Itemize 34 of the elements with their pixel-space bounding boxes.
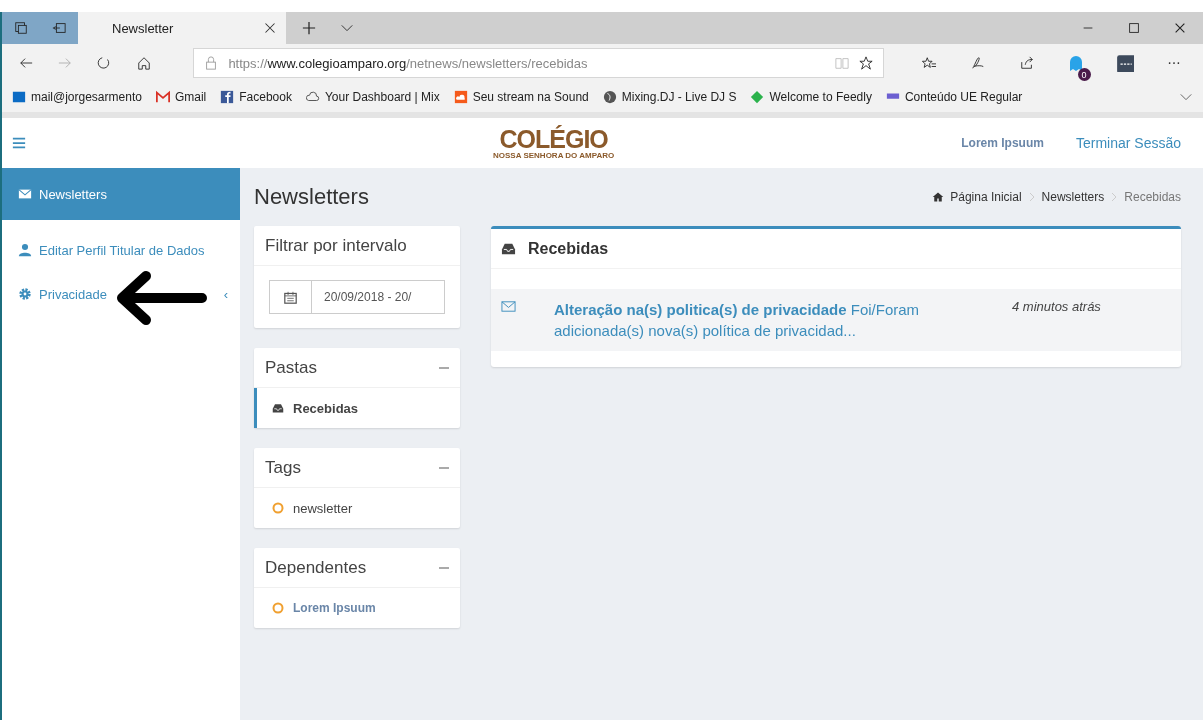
card-title: Recebidas xyxy=(528,239,609,258)
sidebar-item[interactable]: Privacidade ‹ xyxy=(2,272,240,316)
bookmark[interactable]: Gmail xyxy=(155,90,207,104)
sidebar-item[interactable]: Newsletters xyxy=(2,168,240,220)
bookmark[interactable]: Seu stream na Sound xyxy=(453,90,589,104)
count-badge: 0 xyxy=(1077,68,1091,81)
card-title: Dependentes xyxy=(265,557,367,578)
message-text: Alteração na(s) politica(s) de privacidade Foi/Foram adicionada(s) nova(s) política de privacidad... xyxy=(554,300,921,341)
panel-item[interactable]: newsletter xyxy=(254,488,460,528)
address-field[interactable]: https://www.colegioamparo.org/netnews/newsletters/recebidas xyxy=(193,48,884,78)
card-title: Filtrar por intervalo xyxy=(265,235,407,256)
breadcrumb-link[interactable]: Página Inicial xyxy=(950,190,1022,204)
sidebar-item[interactable]: Editar Perfil Titular de Dados xyxy=(2,228,240,272)
date-range-picker[interactable]: 20/09/2018 - 20/ xyxy=(269,280,445,314)
message-row[interactable]: Alteração na(s) politica(s) de privacidade Foi/Foram adicionada(s) nova(s) política de privacidad... 4 minutos atrás xyxy=(491,289,1181,351)
card-title: Pastas xyxy=(265,357,317,378)
bookmark[interactable]: mail@jorgesarmento xyxy=(12,90,142,104)
bookmark[interactable]: Conteúdo UE Regular xyxy=(885,90,1023,104)
user-name-link[interactable]: Lorem Ipsuum xyxy=(961,136,1044,150)
message-time: 4 minutos atrás xyxy=(1012,299,1101,316)
bookmark[interactable]: Your Dashboard | Mix xyxy=(305,90,440,104)
panel-item[interactable]: Recebidas xyxy=(254,388,460,428)
school-logo[interactable]: COLÉGIO NOSSA SENHORA DO AMPARO xyxy=(493,126,615,160)
bookmark[interactable]: Welcome to Feedly xyxy=(750,90,872,104)
page-title: Newsletters xyxy=(254,184,369,210)
bookmark[interactable]: Facebook xyxy=(220,90,292,104)
breadcrumb-link[interactable]: Recebidas xyxy=(1124,190,1181,204)
breadcrumb-link[interactable]: Newsletters xyxy=(1041,190,1105,204)
logout-link[interactable]: Terminar Sessão xyxy=(1075,135,1181,151)
bookmark[interactable]: Mixing.DJ - Live DJ S xyxy=(602,90,737,104)
card-title: Tags xyxy=(265,457,301,478)
caret-icon: ‹ xyxy=(223,286,228,302)
browser-tab[interactable]: Newsletter xyxy=(78,12,286,44)
panel-item[interactable]: Lorem Ipsuum xyxy=(254,588,460,628)
